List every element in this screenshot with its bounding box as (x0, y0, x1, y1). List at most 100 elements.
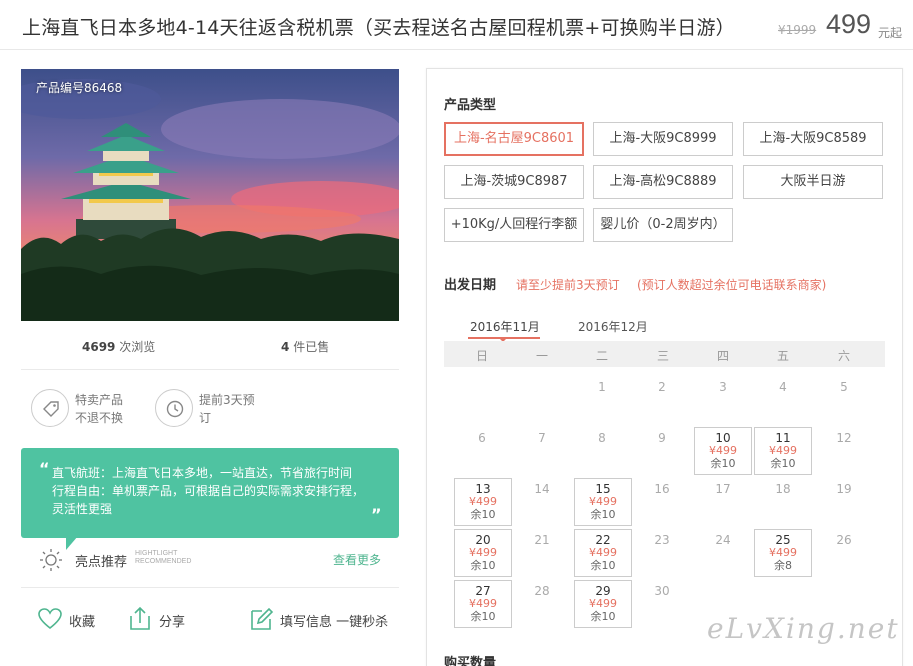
calendar-day-available[interactable]: 15 ¥499 余10 (574, 478, 632, 526)
calendar-day: 5 (840, 380, 848, 394)
day-number: 25 (775, 533, 791, 547)
original-price: ¥1999 (778, 23, 817, 37)
departure-date-title: 出发日期 (444, 278, 497, 293)
highlight-title-en: HIGHTLIGHT RECOMMENDED (135, 550, 192, 565)
calendar-day: 14 (534, 482, 550, 496)
day-number: 11 (775, 431, 791, 445)
price-unit: 元起 (878, 26, 903, 40)
calendar-day: 26 (836, 533, 852, 547)
tag-icon (43, 401, 59, 417)
calendar-day: 1 (598, 380, 606, 394)
day-price: ¥499 (589, 546, 617, 559)
share-icon (130, 606, 150, 630)
day-number: 27 (475, 584, 491, 598)
day-seats-left: 余10 (590, 559, 616, 572)
day-seats-left: 余10 (470, 610, 496, 623)
calendar-day: 9 (658, 431, 666, 445)
highlight-line3: 灵活性更强 (52, 502, 113, 516)
day-price: ¥499 (469, 495, 497, 508)
calendar-day: 2 (658, 380, 666, 394)
calendar-day-available[interactable]: 20 ¥499 余10 (454, 529, 512, 577)
calendar-day-available[interactable]: 11 ¥499 余10 (754, 427, 812, 475)
weekday-label: 日 (475, 349, 488, 363)
views-stat: 4699 次浏览 (82, 338, 155, 355)
highlight-recommend-row: 亮点推荐 HIGHTLIGHT RECOMMENDED 查看更多 (21, 540, 399, 588)
sold-count: 4 (281, 340, 290, 354)
calendar-day-available[interactable]: 10 ¥499 余10 (694, 427, 752, 475)
calendar-day-available[interactable]: 27 ¥499 余10 (454, 580, 512, 628)
calendar-day: 18 (775, 482, 791, 496)
option-infant-price[interactable]: 婴儿价（0-2周岁内） (593, 208, 733, 242)
day-price: ¥499 (469, 597, 497, 610)
day-price: ¥499 (769, 444, 797, 457)
feature-line1: 提前3天预 (199, 393, 255, 407)
buy-quantity-title: 购买数量 (444, 656, 497, 666)
stats-row: 4699 次浏览 4 件已售 (21, 322, 399, 370)
highlight-line2: 行程自由：单机票产品，可根据自己的实际需求安排行程， (52, 484, 365, 498)
heart-icon (38, 608, 62, 630)
day-seats-left: 余10 (710, 457, 736, 470)
day-price: ¥499 (589, 597, 617, 610)
day-number: 20 (475, 533, 491, 547)
tab-month-2016-11[interactable]: 2016年11月 (470, 318, 540, 335)
product-type-title: 产品类型 (444, 98, 497, 113)
feature-line2: 不退不换 (75, 411, 124, 425)
calendar-day: 23 (654, 533, 670, 547)
share-label: 分享 (159, 615, 186, 630)
calendar-day: 28 (534, 584, 550, 598)
day-price: ¥499 (709, 444, 737, 457)
option-takamatsu-9c8889[interactable]: 上海-高松9C8889 (593, 165, 733, 199)
sun-icon (40, 549, 62, 571)
product-photo (21, 69, 399, 321)
day-seats-left: 余10 (770, 457, 796, 470)
day-number: 15 (595, 482, 611, 496)
day-seats-left: 余10 (590, 508, 616, 521)
sold-stat: 4 件已售 (281, 338, 329, 355)
tab-month-2016-12[interactable]: 2016年12月 (578, 318, 648, 335)
day-price: ¥499 (469, 546, 497, 559)
day-price: ¥499 (769, 546, 797, 559)
calendar-day: 8 (598, 431, 606, 445)
calendar-day-available[interactable]: 29 ¥499 余10 (574, 580, 632, 628)
calendar-day-available[interactable]: 22 ¥499 余10 (574, 529, 632, 577)
day-number: 22 (595, 533, 611, 547)
highlight-box: “ 直飞航班：上海直飞日本多地，一站直达，节省旅行时间 行程自由：单机票产品，可… (21, 448, 399, 538)
calendar-day: 4 (779, 380, 787, 394)
calendar-day: 24 (715, 533, 731, 547)
weekday-header: 日 一 二 三 四 五 六 (444, 341, 885, 367)
option-osaka-half-day[interactable]: 大阪半日游 (743, 165, 883, 199)
feature-line2: 订 (199, 411, 212, 425)
favorite-label: 收藏 (69, 615, 96, 630)
option-osaka-9c8589[interactable]: 上海-大阪9C8589 (743, 122, 883, 156)
weekday-label: 二 (595, 349, 608, 363)
calendar-day-available[interactable]: 25 ¥499 余8 (754, 529, 812, 577)
option-nagoya-9c8601[interactable]: 上海-名古屋9C8601 (444, 122, 584, 156)
weekday-label: 一 (535, 349, 548, 363)
calendar-day-available[interactable]: 13 ¥499 余10 (454, 478, 512, 526)
option-extra-baggage[interactable]: +10Kg/人回程行李额 (444, 208, 584, 242)
day-seats-left: 余8 (774, 559, 792, 572)
open-quote-icon: “ (39, 459, 50, 478)
day-number: 10 (715, 431, 731, 445)
views-count: 4699 (82, 340, 116, 354)
current-price: 499 (826, 9, 872, 39)
calendar-day: 17 (715, 482, 731, 496)
day-seats-left: 余10 (470, 559, 496, 572)
calendar-day: 6 (478, 431, 486, 445)
calendar-day: 7 (538, 431, 546, 445)
weekday-label: 六 (837, 349, 850, 363)
calendar-day: 3 (719, 380, 727, 394)
feature-line1: 特卖产品 (75, 393, 124, 407)
fill-info-label: 填写信息 一键秒杀 (280, 615, 389, 630)
option-ibaraki-9c8987[interactable]: 上海-茨城9C8987 (444, 165, 584, 199)
day-seats-left: 余10 (470, 508, 496, 521)
contact-note: (预订人数超过余位可电话联系商家) (637, 278, 827, 292)
clock-icon (166, 400, 184, 418)
view-more-link[interactable]: 查看更多 (333, 551, 381, 568)
option-osaka-9c8999[interactable]: 上海-大阪9C8999 (593, 122, 733, 156)
calendar-day: 30 (654, 584, 670, 598)
advance-booking-note: 请至少提前3天预订 (516, 278, 620, 292)
calendar-day: 12 (836, 431, 852, 445)
day-price: ¥499 (589, 495, 617, 508)
page-title: 上海直飞日本多地4-14天往返含税机票（买去程送名古屋回程机票+可换购半日游） (22, 17, 735, 39)
